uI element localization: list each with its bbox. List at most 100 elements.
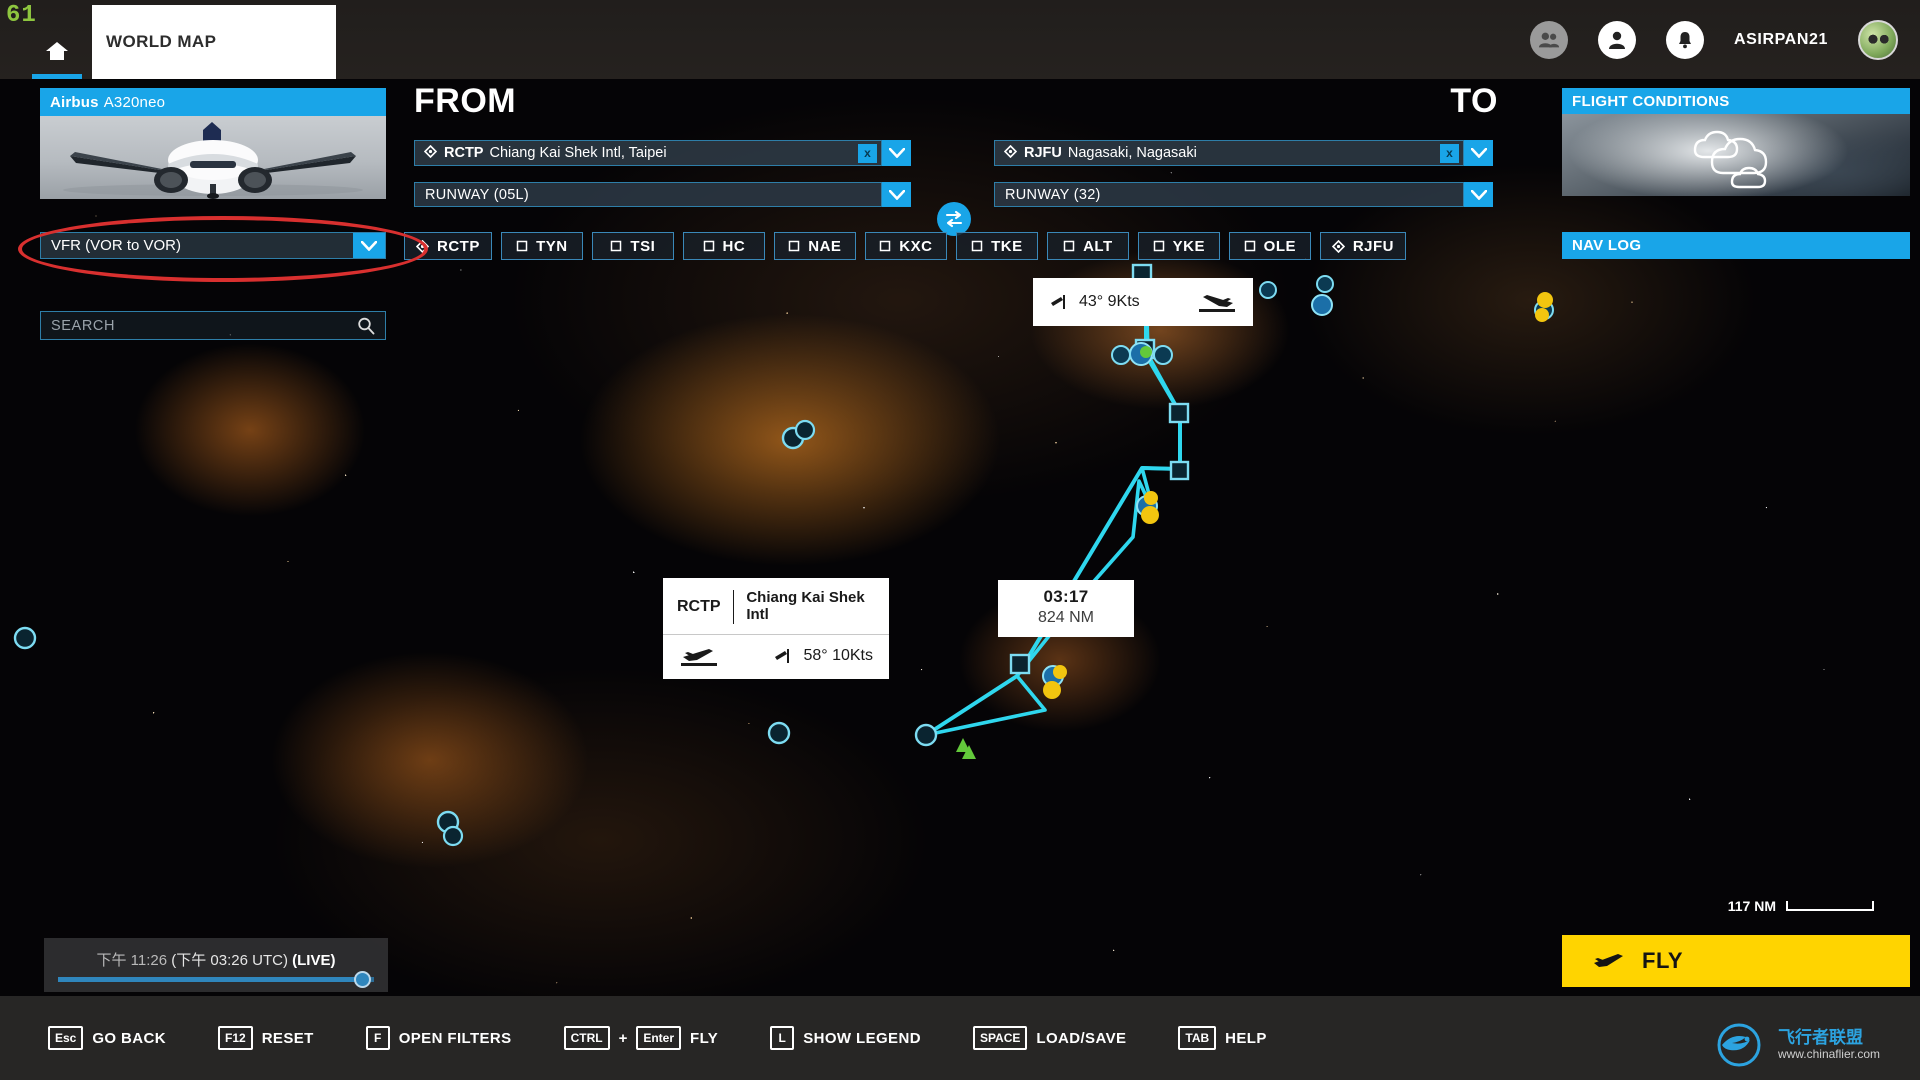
shortcut-load-save[interactable]: SPACE LOAD/SAVE — [972, 1026, 1126, 1050]
tab-world-map[interactable]: WORLD MAP — [92, 5, 336, 79]
shortcut-key: F12 — [218, 1026, 253, 1050]
fly-button[interactable]: FLY — [1562, 935, 1910, 987]
shortcut-key: L — [770, 1026, 795, 1050]
departure-airport-tooltip[interactable]: RCTP Chiang Kai Shek Intl 58° 10Kts — [663, 578, 889, 679]
chevron-down-icon — [888, 189, 905, 200]
arrival-runway-dropdown-button[interactable] — [1464, 182, 1493, 207]
top-navigation-bar: 61 WORLD MAP ASIRPAN21 — [0, 0, 1920, 79]
waypoint-chip-label: TYN — [536, 237, 568, 255]
shortcut-label: GO BACK — [92, 1029, 166, 1047]
arrival-runway-row: RUNWAY (32) — [994, 182, 1498, 207]
waypoint-chip[interactable]: OLE — [1228, 232, 1311, 260]
profile-icon[interactable] — [1597, 20, 1636, 59]
watermark-text: 飞行者联盟 www.chinaflier.com — [1778, 1028, 1880, 1061]
time-slider[interactable] — [58, 970, 374, 988]
shortcut-key: CTRL — [563, 1026, 610, 1050]
departure-airport-input[interactable]: RCTP Chiang Kai Shek Intl, Taipei x — [414, 140, 882, 166]
arrival-runway-select[interactable]: RUNWAY (32) — [994, 182, 1464, 207]
watermark-cn: 飞行者联盟 — [1777, 1028, 1863, 1048]
departure-runway-row: RUNWAY (05L) — [414, 182, 914, 207]
vor-square-icon — [516, 240, 528, 252]
vor-square-icon — [880, 240, 891, 252]
search-placeholder: SEARCH — [51, 317, 116, 334]
time-slider-fill — [58, 976, 360, 982]
world-map-screen: 61 WORLD MAP ASIRPAN21 Airbus A320neo FR… — [0, 0, 1920, 1080]
waypoint-chip-label: RCTP — [437, 237, 480, 255]
waypoint-chip[interactable]: TSI — [591, 232, 674, 260]
aircraft-title: Airbus A320neo — [40, 88, 386, 116]
home-icon — [46, 41, 68, 60]
shortcut-reset[interactable]: F12 RESET — [218, 1026, 314, 1050]
departure-tooltip-code: RCTP — [677, 597, 721, 615]
waypoint-chip[interactable]: HC — [682, 232, 765, 260]
shortcut-label: OPEN FILTERS — [398, 1029, 512, 1047]
flight-conditions-thumbnail — [1562, 114, 1910, 196]
waypoint-chip-label: RJFU — [1352, 237, 1395, 255]
departure-runway-dropdown-button[interactable] — [882, 182, 911, 207]
username-label: ASIRPAN21 — [1733, 30, 1828, 48]
shortcut-open-filters[interactable]: F OPEN FILTERS — [365, 1026, 512, 1050]
waypoint-chip-label: YKE — [1172, 237, 1206, 255]
to-label: TO — [1450, 82, 1498, 120]
route-time-value: 03:17 — [1043, 587, 1089, 606]
time-readout: 下午 11:26 (下午 03:26 UTC) (LIVE) — [97, 949, 336, 970]
nav-log-button[interactable]: NAV LOG — [1562, 232, 1910, 259]
vor-square-icon — [1153, 240, 1164, 252]
from-label: FROM — [414, 82, 517, 120]
notifications-icon[interactable] — [1665, 20, 1704, 59]
fly-button-label: FLY — [1642, 948, 1684, 973]
waypoint-chip[interactable]: RJFU — [1319, 232, 1407, 260]
arrival-airport-input[interactable]: RJFU Nagasaki, Nagasaki x — [994, 140, 1464, 166]
flight-conditions-panel[interactable]: FLIGHT CONDITIONS — [1562, 88, 1910, 196]
clouds-icon — [1693, 130, 1768, 189]
time-slider-handle[interactable] — [354, 970, 371, 988]
search-icon — [358, 317, 375, 334]
shortcut-show-legend[interactable]: L SHOW LEGEND — [770, 1026, 921, 1050]
selected-aircraft-panel[interactable]: Airbus A320neo — [40, 88, 386, 199]
departure-tooltip-header: RCTP Chiang Kai Shek Intl — [663, 578, 889, 634]
tab-active-underline — [32, 74, 82, 79]
waypoint-chip[interactable]: TKE — [955, 232, 1038, 260]
shortcut-fly[interactable]: CTRL + Enter FLY — [563, 1026, 719, 1050]
departure-row: RCTP Chiang Kai Shek Intl, Taipei x — [414, 140, 914, 166]
waypoint-chip-label: TKE — [991, 237, 1023, 255]
shortcut-key: TAB — [1178, 1026, 1217, 1050]
arrival-dropdown-button[interactable] — [1464, 140, 1493, 166]
waypoint-chip-label: ALT — [1083, 237, 1113, 255]
flight-plan-type-select[interactable]: VFR (VOR to VOR) — [40, 232, 386, 259]
shortcut-key: F — [365, 1026, 390, 1050]
waypoint-chip[interactable]: TYN — [500, 232, 583, 260]
departure-runway-select[interactable]: RUNWAY (05L) — [414, 182, 882, 207]
avatar[interactable] — [1858, 19, 1898, 60]
waypoint-diamond-icon — [423, 144, 438, 162]
watermark: 飞行者联盟 www.chinaflier.com — [1714, 1022, 1880, 1068]
map-scale-label: 117 NM — [1727, 898, 1776, 914]
waypoint-chip-bar: RCTP TYN TSI HC NAE KXC TKE ALT YKE OLE … — [404, 232, 1407, 260]
waypoint-chip[interactable]: KXC — [864, 232, 947, 260]
aircraft-thumbnail — [40, 116, 386, 199]
shortcut-label: FLY — [690, 1029, 719, 1047]
watermark-logo-icon — [1717, 1023, 1761, 1067]
tab-home[interactable] — [22, 22, 92, 79]
time-local: 下午 11:26 — [96, 951, 168, 969]
arrival-airport-tooltip[interactable]: 43° 9Kts — [1033, 278, 1253, 326]
arrival-clear-button[interactable]: x — [1440, 143, 1459, 163]
windsock-icon — [1051, 295, 1065, 309]
waypoint-chip[interactable]: NAE — [773, 232, 856, 260]
departure-clear-button[interactable]: x — [858, 143, 877, 163]
search-input[interactable]: SEARCH — [40, 311, 386, 340]
departure-dropdown-button[interactable] — [882, 140, 911, 166]
waypoint-chip[interactable]: ALT — [1046, 232, 1129, 260]
shortcut-help[interactable]: TAB HELP — [1178, 1026, 1266, 1050]
tab-world-map-label: WORLD MAP — [106, 32, 217, 51]
waypoint-chip-label: HC — [722, 237, 746, 255]
waypoint-chip[interactable]: RCTP — [404, 232, 492, 260]
shortcut-go-back[interactable]: Esc GO BACK — [48, 1026, 166, 1050]
friends-icon[interactable] — [1529, 20, 1568, 59]
time-of-day-panel[interactable]: 下午 11:26 (下午 03:26 UTC) (LIVE) — [44, 938, 388, 992]
flight-plan-type-dropdown-button[interactable] — [353, 233, 385, 258]
waypoint-chip[interactable]: YKE — [1137, 232, 1220, 260]
arrival-name: Nagasaki, Nagasaki — [1067, 145, 1197, 161]
swap-route-button[interactable] — [937, 202, 971, 236]
shortcut-key: Esc — [48, 1026, 84, 1050]
